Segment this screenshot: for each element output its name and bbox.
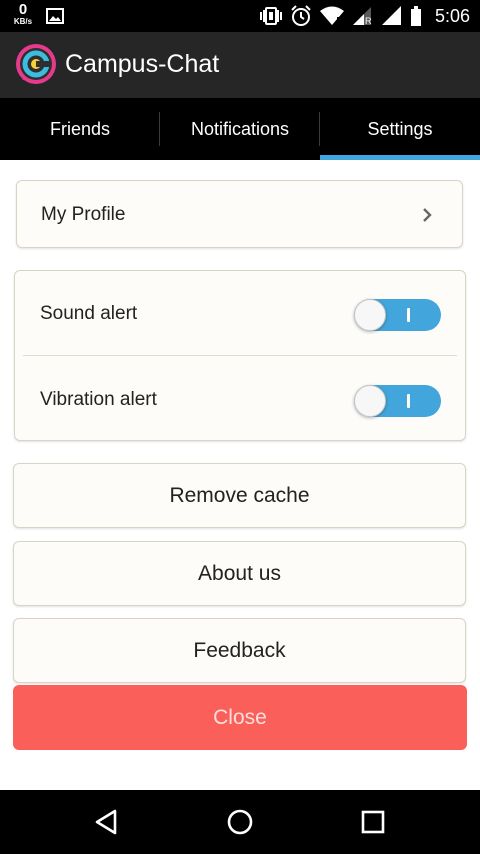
signal-icon: R	[352, 7, 372, 26]
chevron-right-icon	[423, 208, 432, 222]
sound-alert-row: Sound alert	[15, 271, 465, 356]
campus-chat-logo-icon	[16, 44, 56, 84]
sound-alert-label: Sound alert	[40, 303, 138, 324]
home-icon[interactable]	[224, 806, 256, 838]
sound-alert-toggle[interactable]	[354, 299, 441, 331]
tab-label: Notifications	[190, 118, 290, 139]
alerts-card: Sound alert Vibration alert	[14, 270, 466, 441]
image-icon	[46, 8, 64, 24]
recents-icon[interactable]	[357, 806, 389, 838]
vibration-alert-label: Vibration alert	[40, 389, 157, 410]
remove-cache-button[interactable]: Remove cache	[13, 463, 466, 528]
network-speed-unit: KB/s	[13, 17, 33, 26]
vibration-alert-row: Vibration alert	[15, 357, 465, 441]
toggle-on-mark	[407, 394, 410, 408]
alarm-icon	[291, 5, 311, 26]
vibration-alert-toggle[interactable]	[354, 385, 441, 417]
tab-label: Friends	[49, 118, 111, 139]
tab-bar: Friends Notifications Settings	[0, 98, 480, 160]
toggle-knob	[354, 299, 386, 331]
app-bar: Campus-Chat	[0, 32, 480, 98]
wifi-icon	[319, 6, 344, 26]
close-button[interactable]: Close	[13, 685, 467, 750]
signal-icon	[381, 6, 401, 25]
navigation-bar	[0, 790, 480, 854]
my-profile-label: My Profile	[41, 204, 126, 225]
feedback-button[interactable]: Feedback	[13, 618, 466, 683]
settings-screen: 0 KB/s R 5:06 Campus-Chat Friends Notifi…	[0, 0, 480, 854]
tab-settings[interactable]: Settings	[320, 98, 480, 160]
divider	[23, 355, 457, 356]
battery-icon	[410, 6, 421, 26]
tab-notifications[interactable]: Notifications	[160, 98, 320, 160]
toggle-knob	[354, 385, 386, 417]
app-title: Campus-Chat	[65, 50, 220, 78]
status-bar: 0 KB/s R 5:06	[0, 0, 480, 32]
status-icons: R 5:06	[259, 0, 470, 32]
network-speed-value: 0	[18, 1, 28, 18]
about-us-button[interactable]: About us	[13, 541, 466, 606]
my-profile-row[interactable]: My Profile	[16, 180, 463, 248]
tab-friends[interactable]: Friends	[0, 98, 160, 160]
back-icon[interactable]	[91, 806, 123, 838]
clock: 5:06	[434, 5, 470, 26]
toggle-on-mark	[407, 308, 410, 322]
tab-label: Settings	[367, 118, 433, 139]
network-speed: 0 KB/s	[10, 2, 36, 26]
svg-text:R: R	[365, 16, 372, 26]
vibrate-icon	[259, 7, 282, 25]
